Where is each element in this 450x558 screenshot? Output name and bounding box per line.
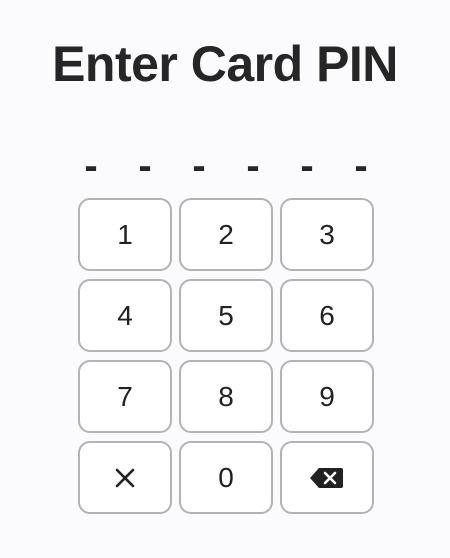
- backspace-icon: [309, 466, 345, 490]
- pin-slot-2: -: [138, 144, 152, 188]
- pin-slot-4: -: [246, 144, 260, 188]
- close-icon: [114, 467, 136, 489]
- pin-slot-6: -: [354, 144, 368, 188]
- pin-slot-1: -: [84, 144, 98, 188]
- key-5-button[interactable]: 5: [179, 279, 273, 352]
- keypad: 1 2 3 4 5 6 7 8 9 0: [78, 198, 374, 514]
- key-1-button[interactable]: 1: [78, 198, 172, 271]
- key-7-button[interactable]: 7: [78, 360, 172, 433]
- key-9-button[interactable]: 9: [280, 360, 374, 433]
- key-2-button[interactable]: 2: [179, 198, 273, 271]
- key-0-button[interactable]: 0: [179, 441, 273, 514]
- pin-slot-5: -: [300, 144, 314, 188]
- key-4-button[interactable]: 4: [78, 279, 172, 352]
- pin-display: - - - - - -: [64, 144, 388, 190]
- backspace-button[interactable]: [280, 441, 374, 514]
- key-8-button[interactable]: 8: [179, 360, 273, 433]
- key-3-button[interactable]: 3: [280, 198, 374, 271]
- clear-button[interactable]: [78, 441, 172, 514]
- page-title: Enter Card PIN: [52, 36, 398, 92]
- pin-slot-3: -: [192, 144, 206, 188]
- key-6-button[interactable]: 6: [280, 279, 374, 352]
